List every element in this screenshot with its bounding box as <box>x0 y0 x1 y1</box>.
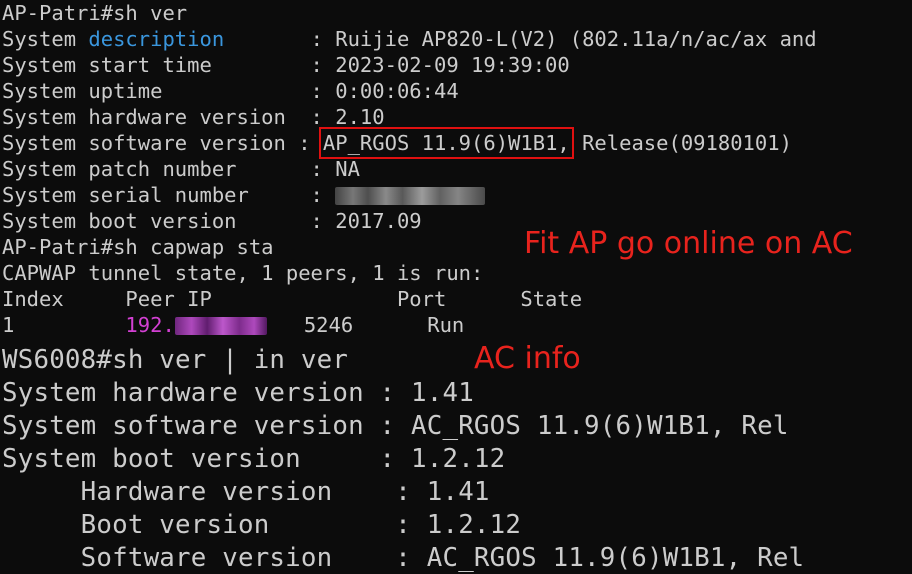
desc-value: : Ruijie AP820-L(V2) (802.11a/n/ac/ax an… <box>224 27 817 51</box>
ac-hardware-version-line: System hardware version : 1.41 <box>2 378 474 408</box>
ap-system-start-time-line: System start time : 2023-02-09 19:39:00 <box>2 53 570 77</box>
ac-hardware-version-sub-line: Hardware version : 1.41 <box>2 477 490 507</box>
ap-patch-number-line: System patch number : NA <box>2 157 360 181</box>
capwap-tunnel-state-line: CAPWAP tunnel state, 1 peers, 1 is run: <box>2 261 484 285</box>
ac-software-version-sub-line: Software version : AC_RGOS 11.9(6)W1B1, … <box>2 543 805 573</box>
row-port-state: 5246 Run <box>266 313 465 337</box>
ap-system-uptime-line: System uptime : 0:00:06:44 <box>2 79 459 103</box>
sw-release: Release(09180101) <box>569 131 792 155</box>
ap-hardware-version-line: System hardware version : 2.10 <box>2 105 385 129</box>
capwap-table-header: Index Peer IP Port State <box>2 287 583 311</box>
ac-boot-version-sub-line: Boot version : 1.2.12 <box>2 510 522 540</box>
row-index: 1 <box>2 313 126 337</box>
ap-boot-version-line: System boot version : 2017.09 <box>2 209 422 233</box>
ap-software-version-highlight-box: AP_RGOS 11.9(6)W1B1, <box>318 127 574 159</box>
desc-prefix: System <box>2 27 89 51</box>
capwap-table-row: 1 192. 5246 Run <box>2 312 464 338</box>
redacted-serial-number <box>335 187 486 205</box>
annotation-ac-info: AC info <box>474 341 581 376</box>
ac-prompt-show-version: WS6008#sh ver | in ver <box>2 345 349 375</box>
row-peer-ip: 192. <box>125 313 175 337</box>
redacted-peer-ip <box>174 317 267 335</box>
ap-software-version-line: System software version : AP_RGOS 11.9(6… <box>2 127 792 159</box>
ap-prompt-show-version: AP-Patri#sh ver <box>2 1 188 25</box>
ap-system-description-line: System description : Ruijie AP820-L(V2) … <box>2 26 817 52</box>
ac-software-version-line: System software version : AC_RGOS 11.9(6… <box>2 411 789 441</box>
serial-prefix: System serial number : <box>2 183 336 207</box>
ap-prompt-show-capwap: AP-Patri#sh capwap sta <box>2 235 274 259</box>
ap-serial-number-line: System serial number : <box>2 182 486 208</box>
annotation-fit-ap-online: Fit AP go online on AC <box>524 226 853 261</box>
terminal-window[interactable]: AP-Patri#sh ver System description : Rui… <box>0 0 912 574</box>
sw-prefix: System software version : <box>2 131 323 155</box>
ac-boot-version-line: System boot version : 1.2.12 <box>2 444 506 474</box>
desc-highlight-word: description <box>88 27 225 51</box>
